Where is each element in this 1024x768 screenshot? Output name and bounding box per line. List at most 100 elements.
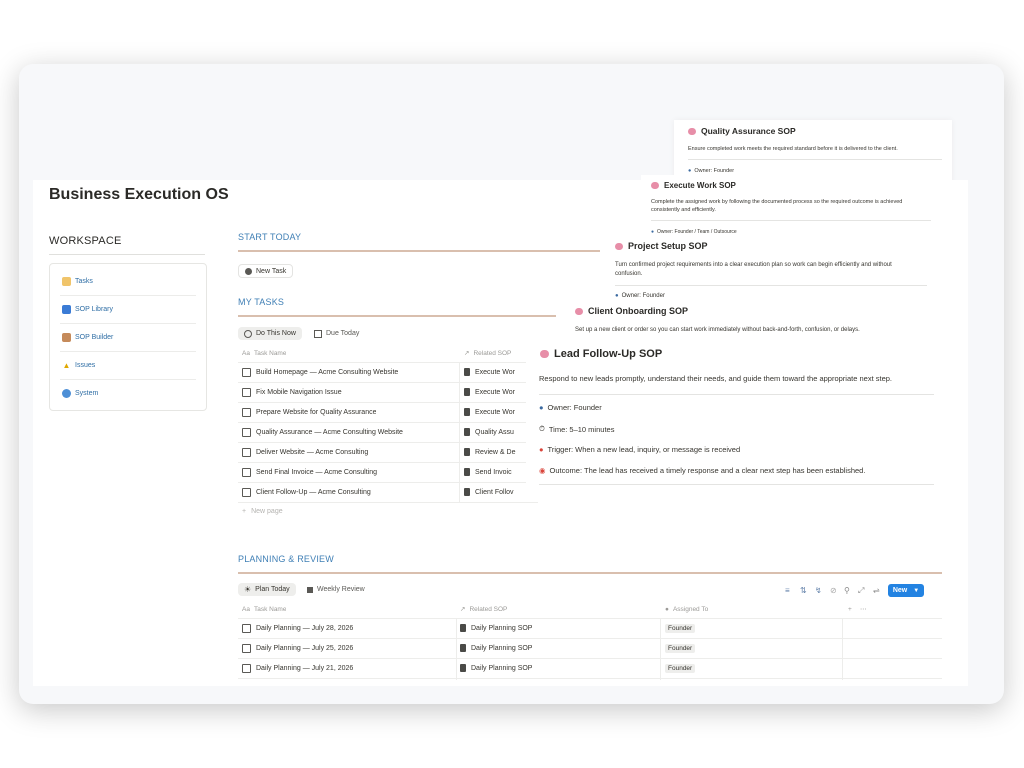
gear-icon xyxy=(62,388,71,398)
table-row[interactable]: Daily Planning — July 28, 2026 Daily Plan… xyxy=(238,618,942,639)
task-name[interactable]: Build Homepage — Acme Consulting Website xyxy=(256,369,398,376)
task-name[interactable]: Daily Planning — July 28, 2026 xyxy=(256,625,353,632)
document-icon xyxy=(460,664,466,672)
task-name[interactable]: Fix Mobile Navigation Issue xyxy=(256,389,342,396)
table-row[interactable]: Daily Planning — July 25, 2026 Daily Plan… xyxy=(238,638,942,659)
sidebar-item-issues[interactable]: ▲ Issues xyxy=(62,358,96,372)
more-options-icon[interactable]: ⋯ xyxy=(860,600,867,618)
document-icon xyxy=(464,448,470,456)
related-sop[interactable]: Daily Planning SOP xyxy=(471,625,532,632)
sop-card-owner: Owner: Founder xyxy=(694,168,735,174)
relation-icon: ↗ xyxy=(464,350,470,357)
table-row[interactable]: Prepare Website for Quality Assurance Exe… xyxy=(238,402,538,423)
divider xyxy=(651,220,931,221)
sidebar-item-sop-builder[interactable]: SOP Builder xyxy=(62,330,113,344)
filter-icon[interactable]: ≡ xyxy=(785,586,790,595)
sidebar-item-system[interactable]: System xyxy=(62,386,98,400)
new-page-button[interactable]: + New page xyxy=(242,508,283,515)
tab-due-today[interactable]: Due Today xyxy=(308,327,365,340)
table-row[interactable]: Build Homepage — Acme Consulting Website… xyxy=(238,362,538,383)
assignee-tag[interactable]: Founder xyxy=(665,623,696,633)
book-icon xyxy=(62,304,71,314)
sop-card-project-setup[interactable]: Project Setup SOP Turn confirmed project… xyxy=(603,236,943,304)
brain-icon xyxy=(540,350,549,358)
sort-icon[interactable]: ⇅ xyxy=(800,586,807,595)
target-icon: ◉ xyxy=(539,466,546,475)
my-tasks-heading: MY TASKS xyxy=(238,297,285,307)
assignee-tag[interactable]: Founder xyxy=(665,643,696,653)
task-name[interactable]: Daily Planning — July 25, 2026 xyxy=(256,645,353,652)
sop-card-execute-work[interactable]: Execute Work SOP Complete the assigned w… xyxy=(641,175,941,241)
related-sop[interactable]: Review & De xyxy=(475,449,515,456)
sidebar-item-sop-library[interactable]: SOP Library xyxy=(62,302,113,316)
task-name[interactable]: Quality Assurance — Acme Consulting Webs… xyxy=(256,429,403,436)
calendar-icon xyxy=(314,329,322,338)
related-sop[interactable]: Execute Wor xyxy=(475,409,515,416)
stopwatch-icon: ⏱ xyxy=(539,424,545,433)
table-row[interactable]: Daily Planning — July 21, 2026 Daily Plan… xyxy=(238,658,942,679)
task-name[interactable]: Send Final Invoice — Acme Consulting xyxy=(256,469,377,476)
edit-icon xyxy=(242,427,251,437)
divider xyxy=(60,379,196,380)
sop-card-description: Turn confirmed project requirements into… xyxy=(615,262,892,268)
related-sop[interactable]: Client Follov xyxy=(475,489,514,496)
related-sop[interactable]: Execute Wor xyxy=(475,389,515,396)
related-sop[interactable]: Quality Assu xyxy=(475,429,514,436)
sop-card-owner: Owner: Founder / Team / Outsource xyxy=(657,229,737,235)
divider xyxy=(539,484,934,485)
expand-icon[interactable]: ⤢ xyxy=(858,586,864,596)
lightning-icon[interactable]: ↯ xyxy=(815,586,822,595)
sidebar-item-tasks[interactable]: Tasks xyxy=(62,274,93,288)
sop-card-client-onboarding[interactable]: Client Onboarding SOP Set up a new clien… xyxy=(565,302,945,342)
text-property-icon: Aa xyxy=(242,349,250,357)
settings-icon[interactable]: ⇌ xyxy=(873,586,880,595)
sop-card-title: Project Setup SOP xyxy=(628,241,708,251)
document-icon xyxy=(464,368,470,376)
sop-card-title: Client Onboarding SOP xyxy=(588,306,689,316)
new-task-button[interactable]: New Task xyxy=(238,264,294,278)
search-icon[interactable]: ⚲ xyxy=(844,586,850,595)
related-sop[interactable]: Send Invoic xyxy=(475,469,512,476)
hide-icon[interactable]: ⊘ xyxy=(830,586,837,595)
divider xyxy=(615,285,927,286)
column-header: Related SOP xyxy=(473,349,512,357)
table-row[interactable]: Client Follow-Up — Acme Consulting Client… xyxy=(238,482,538,503)
sop-card-description: consistently and efficiently. xyxy=(651,207,716,213)
tab-weekly-review[interactable]: Weekly Review xyxy=(301,583,371,596)
document-icon xyxy=(464,468,470,476)
table-row[interactable]: Send Final Invoice — Acme Consulting Send… xyxy=(238,462,538,483)
task-name[interactable]: Daily Planning — July 21, 2026 xyxy=(256,665,353,672)
sop-card-description: Ensure completed work meets the required… xyxy=(688,146,898,152)
person-icon: ● xyxy=(688,168,692,174)
document-icon xyxy=(464,488,470,496)
sop-card-lead-follow-up[interactable]: Lead Follow-Up SOP Respond to new leads … xyxy=(526,342,946,490)
tab-label: Plan Today xyxy=(255,586,290,593)
column-header: Related SOP xyxy=(469,605,508,613)
table-header-row: Aa Task Name ↗ Related SOP ● Assigned To… xyxy=(238,600,942,619)
column-divider xyxy=(456,618,457,680)
brain-icon xyxy=(575,307,583,315)
document-icon xyxy=(460,624,466,632)
edit-icon xyxy=(242,367,251,377)
task-name[interactable]: Client Follow-Up — Acme Consulting xyxy=(256,489,371,496)
divider xyxy=(688,159,942,160)
related-sop[interactable]: Daily Planning SOP xyxy=(471,645,532,652)
task-name[interactable]: Deliver Website — Acme Consulting xyxy=(256,449,368,456)
assignee-tag[interactable]: Founder xyxy=(665,663,696,673)
new-button-label: New xyxy=(892,587,908,594)
table-row[interactable]: Fix Mobile Navigation Issue Execute Wor xyxy=(238,382,538,403)
related-sop[interactable]: Execute Wor xyxy=(475,369,515,376)
table-row[interactable]: Quality Assurance — Acme Consulting Webs… xyxy=(238,422,538,443)
plus-circle-icon xyxy=(245,267,252,275)
task-name[interactable]: Prepare Website for Quality Assurance xyxy=(256,409,376,416)
planning-review-heading: PLANNING & REVIEW xyxy=(238,554,334,564)
table-row[interactable]: Deliver Website — Acme Consulting Review … xyxy=(238,442,538,463)
sidebar-item-label: Issues xyxy=(75,361,96,369)
sop-owner: Owner: Founder xyxy=(547,403,602,412)
tab-do-this-now[interactable]: Do This Now xyxy=(238,327,302,340)
related-sop[interactable]: Daily Planning SOP xyxy=(471,665,532,672)
new-button[interactable]: New ▼ xyxy=(888,584,924,597)
add-column-button[interactable]: + xyxy=(848,600,852,618)
tab-plan-today[interactable]: ☀ Plan Today xyxy=(238,583,296,596)
target-icon xyxy=(244,329,252,338)
